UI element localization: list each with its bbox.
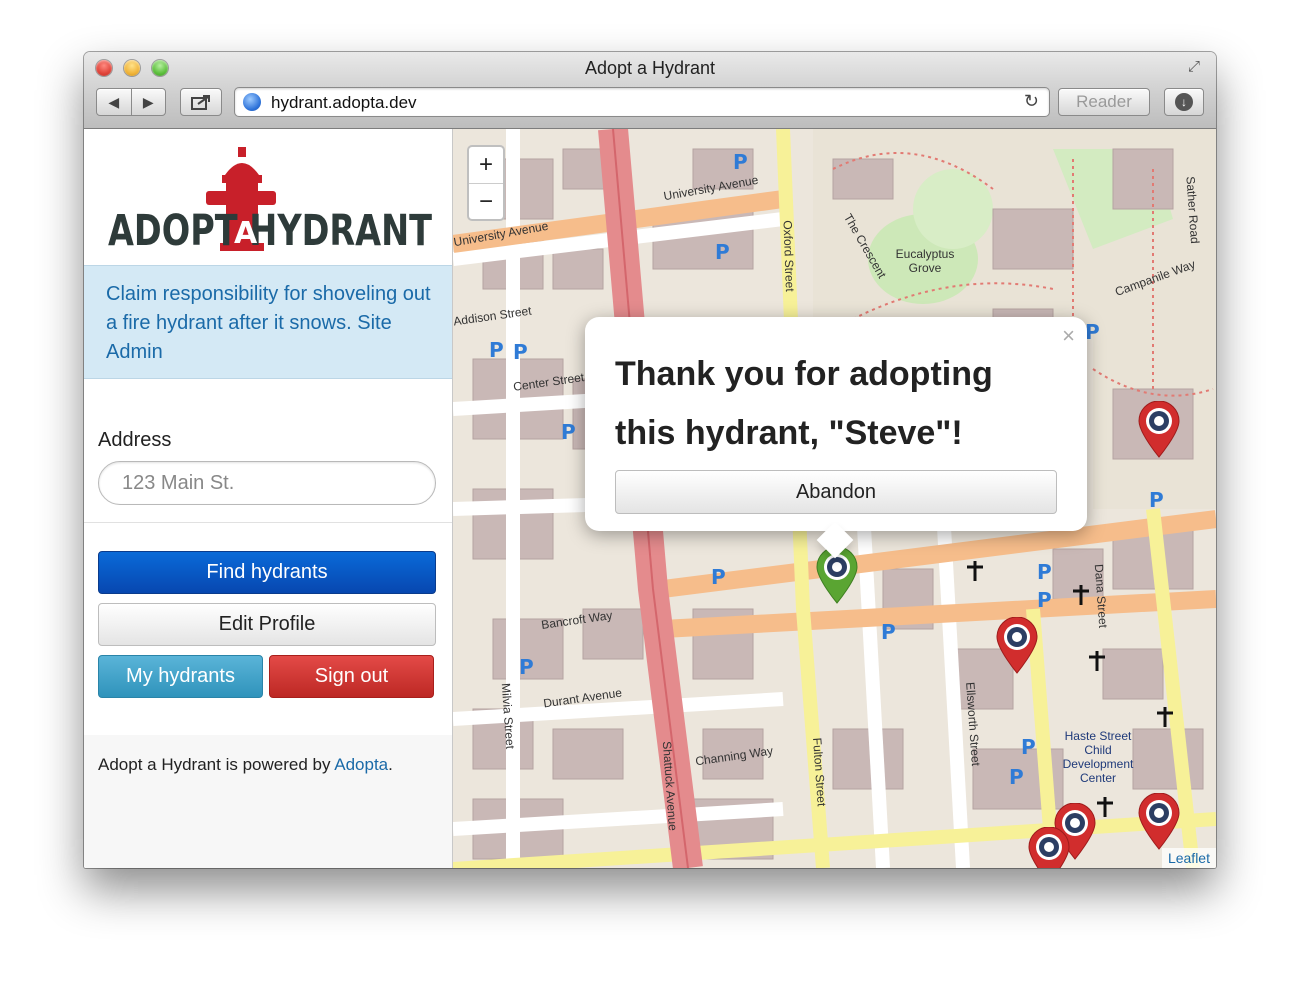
svg-text:P: P (715, 240, 730, 264)
hydrant-marker[interactable] (1137, 793, 1181, 851)
svg-text:P: P (1149, 488, 1164, 512)
svg-text:P: P (711, 565, 726, 589)
svg-text:P: P (733, 150, 748, 174)
sidebar: ADOPT HYDRANT A Claim responsibility for… (84, 129, 453, 868)
address-label: Address (98, 429, 172, 451)
svg-text:P: P (489, 338, 504, 362)
footer-suffix: . (388, 755, 393, 774)
hydrant-logo-icon: ADOPT HYDRANT A (108, 147, 433, 256)
nav-buttons: ◀ ▶ (96, 88, 166, 116)
intro-panel: Claim responsibility for shoveling out a… (84, 265, 452, 379)
popup-message: Thank you for adopting this hydrant, "St… (615, 355, 993, 452)
svg-text:P: P (519, 655, 534, 679)
adopta-link[interactable]: Adopta (334, 755, 388, 774)
hydrant-marker[interactable] (1027, 827, 1071, 868)
hydrant-marker[interactable] (1137, 401, 1181, 459)
place-label: Haste Street Child Development Center (1062, 729, 1134, 785)
abandon-button[interactable]: Abandon (615, 470, 1057, 514)
download-icon: ↓ (1175, 93, 1193, 111)
place-label: Eucalyptus Grove (895, 247, 955, 275)
fullscreen-icon[interactable]: ⤢ (1188, 58, 1206, 76)
sign-out-button[interactable]: Sign out (269, 655, 434, 698)
share-button[interactable] (180, 88, 222, 116)
adoption-popup: × Thank you for adopting this hydrant, "… (585, 317, 1087, 559)
footer-prefix: Adopt a Hydrant is powered by (98, 755, 335, 774)
downloads-button[interactable]: ↓ (1164, 88, 1204, 116)
street-label: Oxford Street (780, 220, 797, 292)
back-button[interactable]: ◀ (97, 94, 131, 111)
title-bar: Adopt a Hydrant ⤢ ◀ ▶ hydrant.adopta.dev… (84, 52, 1216, 129)
share-icon (191, 95, 210, 110)
window-title: Adopt a Hydrant (584, 58, 716, 78)
hydrant-marker[interactable] (995, 617, 1039, 675)
browser-window: Adopt a Hydrant ⤢ ◀ ▶ hydrant.adopta.dev… (84, 52, 1216, 868)
svg-text:P: P (1021, 735, 1036, 759)
globe-icon (243, 93, 261, 111)
svg-text:P: P (1037, 560, 1052, 584)
form-divider (84, 522, 452, 523)
svg-text:P: P (561, 420, 576, 444)
svg-text:P: P (1009, 765, 1024, 789)
map[interactable]: PPP PPP PPP PPP PP University Avenue Uni… (453, 129, 1216, 868)
reader-button[interactable]: Reader (1058, 88, 1150, 116)
svg-text:P: P (1037, 588, 1052, 612)
url-text[interactable]: hydrant.adopta.dev (271, 93, 417, 113)
leaflet-attribution-link[interactable]: Leaflet (1161, 848, 1216, 868)
edit-profile-button[interactable]: Edit Profile (98, 603, 436, 646)
svg-text:A: A (234, 216, 258, 251)
popup-close-button[interactable]: × (1062, 323, 1075, 349)
svg-text:P: P (881, 620, 896, 644)
forward-button[interactable]: ▶ (132, 94, 166, 111)
zoom-in-button[interactable]: + (469, 147, 503, 184)
zoom-out-button[interactable]: − (469, 184, 503, 220)
adopt-a-hydrant-logo: ADOPT HYDRANT A (108, 145, 433, 256)
svg-text:P: P (1085, 320, 1100, 344)
my-hydrants-button[interactable]: My hydrants (98, 655, 263, 698)
find-hydrants-button[interactable]: Find hydrants (98, 551, 436, 594)
svg-text:P: P (513, 340, 528, 364)
address-bar[interactable]: hydrant.adopta.dev ↻ (234, 87, 1050, 117)
zoom-control: + − (467, 145, 505, 221)
svg-text:ADOPT HYDRANT: ADOPT HYDRANT (108, 206, 432, 255)
address-input[interactable] (98, 461, 436, 505)
reload-icon[interactable]: ↻ (1024, 91, 1039, 112)
footer-text: Adopt a Hydrant is powered by Adopta. (98, 755, 393, 775)
